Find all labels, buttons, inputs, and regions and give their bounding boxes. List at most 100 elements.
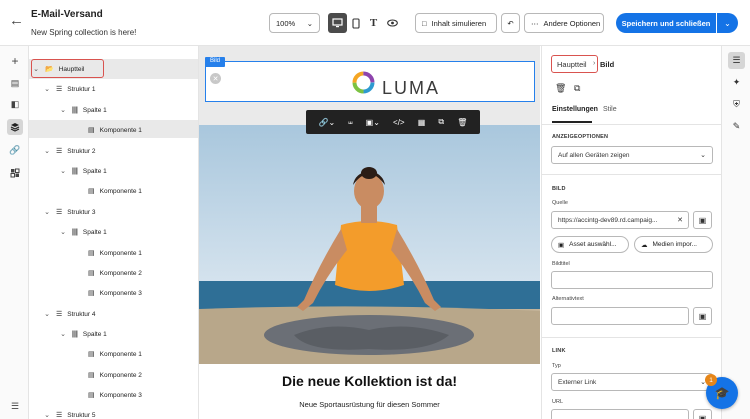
save-and-close-button[interactable]: Speichern und schließen [616, 13, 716, 33]
delete-icon[interactable]: 🗑 [555, 83, 566, 94]
image-icon[interactable]: ▣⌄ [366, 118, 380, 127]
tree-row[interactable]: ▤ Komponente 1 [29, 121, 198, 139]
media-import-button[interactable]: ☁ Medien impor... [634, 236, 713, 253]
tab-styles[interactable]: Stile [603, 106, 617, 113]
layers-icon[interactable] [7, 119, 23, 135]
tree-row[interactable]: ⌄ ||| Spalte 1 [29, 101, 198, 119]
add-icon[interactable]: + [7, 53, 23, 69]
tree-row-label: Struktur 3 [67, 208, 96, 216]
select-asset-button[interactable]: ▣ Asset auswähl... [551, 236, 629, 253]
hero-image[interactable] [199, 125, 540, 364]
link-heading: LINK [552, 348, 566, 354]
tree-row[interactable]: ⌄ ||| Spalte 1 [29, 223, 198, 241]
divider [542, 337, 721, 338]
chevron-down-icon[interactable]: ⌄ [43, 147, 51, 155]
source-input[interactable]: https://accintg-dev89.rd.campaig... ✕ [551, 211, 689, 229]
tree-row[interactable]: ▤ Komponente 1 [29, 345, 198, 363]
tree-row-label: Spalte 1 [82, 167, 107, 175]
other-options-button[interactable]: ⋯ Andere Optionen [524, 13, 604, 33]
settings-stack-icon[interactable]: ☰ [7, 398, 23, 414]
chevron-down-icon[interactable]: ⌄ [43, 411, 51, 419]
link-type-select[interactable]: Externer Link ⌄ [551, 373, 713, 391]
grid-icon[interactable]: ▦ [418, 118, 426, 127]
breadcrumb-parent[interactable]: Hauptteil [557, 60, 587, 69]
edit-icon[interactable]: ✎ [728, 118, 745, 135]
tab-settings[interactable]: Einstellungen [552, 106, 598, 113]
image-icon: ▣ [698, 215, 707, 225]
undo-button[interactable]: ↶ [501, 13, 520, 33]
assets-icon[interactable]: ◧ [7, 96, 23, 112]
layers-icon: ☰ [56, 209, 63, 216]
tree-row-label: Spalte 1 [82, 228, 107, 236]
chevron-down-icon[interactable]: ⌄ [43, 310, 51, 318]
tree-row-label: Hauptteil [58, 65, 85, 73]
shield-icon[interactable]: ⛨ [728, 96, 745, 113]
chevron-down-icon[interactable]: ⌄ [59, 167, 67, 175]
fragments-icon[interactable]: ▤ [7, 75, 23, 91]
layers-icon: ☰ [56, 86, 63, 93]
duplicate-icon[interactable]: ⧉ [574, 83, 580, 94]
preview-button[interactable] [383, 13, 402, 33]
chevron-down-icon[interactable]: ⌄ [32, 65, 40, 73]
image-title-input[interactable] [551, 271, 713, 289]
mobile-view-button[interactable] [346, 13, 365, 33]
tree-row[interactable]: ▤ Komponente 3 [29, 284, 198, 302]
url-input[interactable] [551, 409, 689, 419]
clear-icon[interactable]: ✕ [677, 216, 683, 224]
email-headline[interactable]: Die neue Kollektion ist da! [199, 373, 540, 389]
component-icon: ▤ [88, 188, 95, 195]
tree-row[interactable]: ⌄ ||| Spalte 1 [29, 325, 198, 343]
tree-row[interactable]: ⌄ ☰ Struktur 1 [29, 80, 198, 98]
zoom-select[interactable]: 100% ⌄ [269, 13, 320, 33]
settings-sliders-icon[interactable]: ☰ [728, 52, 745, 69]
component-icon: ▤ [88, 127, 95, 134]
back-arrow-icon[interactable]: ← [9, 12, 24, 29]
alt-text-input[interactable] [551, 307, 689, 325]
email-subline[interactable]: Neue Sportausrüstung für diesen Sommer [199, 400, 540, 409]
link-icon[interactable]: 🔗 [7, 142, 23, 158]
text-icon: T [369, 17, 378, 29]
text-view-button[interactable]: T [364, 13, 383, 33]
chevron-right-icon: › [593, 60, 596, 67]
tree-row[interactable]: ⌄ ☰ Struktur 2 [29, 142, 198, 160]
component-icon: ▤ [88, 392, 95, 399]
code-icon[interactable]: </> [393, 118, 405, 127]
tree-row-label: Komponente 2 [99, 269, 142, 277]
tree-row[interactable]: ⌄ 📂 Hauptteil [29, 60, 198, 78]
tree-row[interactable]: ▤ Komponente 2 [29, 366, 198, 384]
simulate-content-button[interactable]: □ Inhalt simulieren [415, 13, 497, 33]
tree-row-label: Komponente 3 [99, 289, 142, 297]
tree-row[interactable]: ▤ Komponente 1 [29, 244, 198, 262]
remove-icon[interactable]: ✕ [210, 73, 221, 84]
logo-image-block[interactable] [205, 61, 535, 102]
grid-icon[interactable] [7, 165, 23, 181]
tree-row[interactable]: ⌄ ☰ Struktur 5 [29, 406, 198, 419]
chevron-down-icon: ⌄ [724, 18, 731, 28]
chevron-down-icon[interactable]: ⌄ [59, 106, 67, 114]
desktop-view-button[interactable] [328, 13, 347, 33]
chevron-down-icon[interactable]: ⌄ [43, 208, 51, 216]
display-options-heading: ANZEIGEOPTIONEN [552, 134, 609, 140]
chevron-down-icon[interactable]: ⌄ [43, 85, 51, 93]
image-toolbar: 🔗⌄ ⧢ ▣⌄ </> ▦ ⧉ 🗑 [306, 110, 480, 134]
image-picker-button[interactable]: ▣ [693, 211, 712, 229]
app-header: ← E-Mail-Versand New Spring collection i… [0, 0, 750, 46]
tree-row[interactable]: ▤ Komponente 3 [29, 386, 198, 404]
unlink-icon[interactable]: ⧢ [348, 117, 352, 127]
url-personalize-button[interactable]: ▣ [693, 409, 712, 419]
tree-row[interactable]: ⌄ ☰ Struktur 4 [29, 305, 198, 323]
personalize-button[interactable]: ▣ [693, 307, 712, 325]
tree-row[interactable]: ▤ Komponente 2 [29, 264, 198, 282]
link-icon[interactable]: 🔗⌄ [319, 118, 336, 127]
save-menu-button[interactable]: ⌄ [717, 13, 738, 33]
tree-row[interactable]: ⌄ ||| Spalte 1 [29, 162, 198, 180]
delete-icon[interactable]: 🗑 [457, 118, 467, 127]
display-select[interactable]: Auf allen Geräten zeigen ⌄ [551, 146, 713, 164]
duplicate-icon[interactable]: ⧉ [438, 117, 444, 127]
chevron-down-icon[interactable]: ⌄ [59, 330, 67, 338]
simulate-label: Inhalt simulieren [431, 18, 487, 28]
tree-row[interactable]: ▤ Komponente 1 [29, 182, 198, 200]
chevron-down-icon[interactable]: ⌄ [59, 228, 67, 236]
tree-row[interactable]: ⌄ ☰ Struktur 3 [29, 203, 198, 221]
magic-wand-icon[interactable]: ✦ [728, 74, 745, 91]
